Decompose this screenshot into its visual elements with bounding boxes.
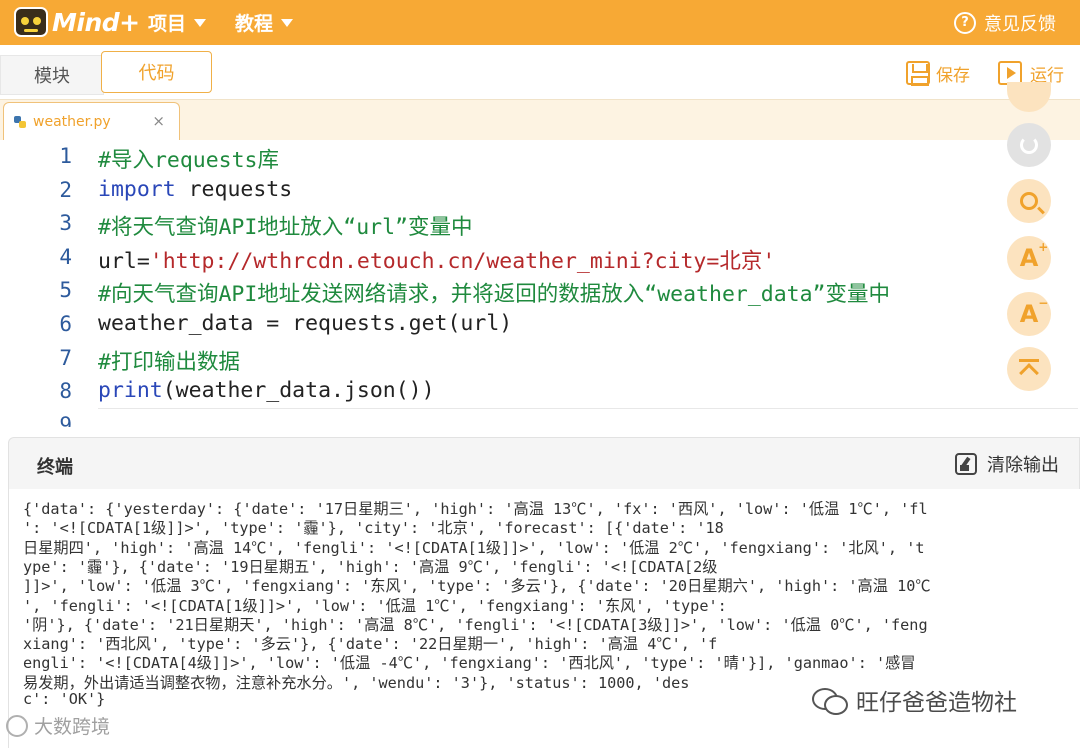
font-increase-button[interactable]: A + <box>1007 236 1051 280</box>
code-line[interactable]: #打印输出数据 <box>98 345 240 376</box>
code-token: #向天气查询API地址发送网络请求，并将返回的数据放入“weather_data… <box>98 282 890 308</box>
watermark-left: 大数跨境 <box>6 712 110 739</box>
font-increase-glyph: A <box>1019 244 1039 272</box>
app-logo: Mind+ <box>14 3 140 41</box>
code-line[interactable]: print(weather_data.json()) <box>98 378 435 403</box>
line-number: 8 <box>59 379 72 404</box>
chevron-down-icon <box>194 18 207 27</box>
tab-blocks[interactable]: 模块 <box>0 55 104 95</box>
line-number: 6 <box>59 312 72 336</box>
code-token: weather_data = requests.get(url) <box>98 311 513 336</box>
terminal-title: 终端 <box>37 457 73 478</box>
code-line[interactable]: weather_data = requests.get(url) <box>98 311 512 336</box>
line-number: 1 <box>59 144 72 168</box>
wechat-icon <box>812 686 848 715</box>
line-number: 2 <box>59 177 72 202</box>
code-editor[interactable]: 1 2 3 4 5 6 7 8 9 #导入requests库 import requests #将天… <box>0 140 1080 427</box>
code-token: url= <box>98 248 150 274</box>
line-number: 3 <box>59 211 72 236</box>
terminal-header: 终端 清除输出 <box>8 437 1080 489</box>
search-icon <box>1020 192 1038 210</box>
watermark-right: 旺仔爸爸造物社 <box>812 683 1017 717</box>
font-decrease-glyph: A <box>1019 300 1039 328</box>
font-decrease-button[interactable]: A − <box>1007 292 1051 336</box>
line-number: 7 <box>59 345 72 370</box>
close-icon[interactable]: × <box>152 112 165 130</box>
mode-bar: 模块 代码 保存 运行 <box>0 45 1080 100</box>
file-tab-weather[interactable]: weather.py × <box>3 102 180 140</box>
menu-project-label: 项目 <box>148 13 187 35</box>
save-label: 保存 <box>936 65 970 86</box>
brush-icon <box>955 453 977 475</box>
file-tab-name: weather.py <box>33 113 111 130</box>
top-bar: Mind+ 项目 教程 ? 意见反馈 <box>0 0 1080 45</box>
search-button[interactable] <box>1007 179 1051 223</box>
code-line[interactable]: url='http://wthrcdn.etouch.cn/weather_mi… <box>98 244 775 275</box>
font-increase-icon: A + <box>1019 240 1049 272</box>
scroll-top-button[interactable] <box>1007 347 1051 391</box>
line-number: 4 <box>59 244 72 269</box>
watermark-left-text: 大数跨境 <box>34 716 111 738</box>
watermark-right-text: 旺仔爸爸造物社 <box>856 690 1017 716</box>
feedback-label: 意见反馈 <box>984 13 1056 35</box>
code-line[interactable]: #将天气查询API地址放入“url”变量中 <box>98 210 473 241</box>
chevron-down-icon <box>281 18 294 27</box>
line-number-gutter: 1 2 3 4 5 6 7 8 9 <box>0 140 82 427</box>
terminal-line: c': 'OK'} <box>23 690 106 708</box>
line-number: 9 <box>59 412 72 427</box>
code-token: #将天气查询API地址放入“url”变量中 <box>98 215 473 241</box>
logo-text: Mind+ <box>52 7 140 37</box>
code-token: import <box>98 176 176 202</box>
scroll-top-icon <box>1018 358 1040 380</box>
line-number: 5 <box>59 278 72 303</box>
code-line[interactable]: #导入requests库 <box>98 143 279 174</box>
tab-code[interactable]: 代码 <box>101 51 212 93</box>
code-token: #打印输出数据 <box>98 349 240 375</box>
python-file-icon <box>14 115 26 128</box>
clear-output-label: 清除输出 <box>987 455 1059 476</box>
feedback-button[interactable]: ? 意见反馈 <box>954 0 1056 45</box>
font-decrease-icon: A − <box>1019 296 1049 328</box>
code-token: 'http://wthrcdn.etouch.cn/weather_mini?c… <box>149 248 776 274</box>
question-icon: ? <box>954 11 976 34</box>
mascot-icon <box>14 7 48 37</box>
clear-output-button[interactable]: 清除输出 <box>955 451 1059 477</box>
save-icon <box>906 61 930 86</box>
code-token: requests <box>175 176 293 202</box>
code-token: (weather_data.json()) <box>162 378 435 404</box>
refresh-icon <box>1020 136 1038 154</box>
code-line[interactable]: import requests <box>98 177 292 202</box>
refresh-button[interactable] <box>1007 123 1051 167</box>
code-token: print <box>98 378 163 404</box>
terminal-line: 易发期，外出请适当调整衣物，注意补充水分。', 'wendu': '3'}, '… <box>23 673 690 692</box>
menu-project[interactable]: 项目 <box>148 0 207 45</box>
menu-tutorial-label: 教程 <box>235 13 274 35</box>
editor-divider <box>98 408 1078 409</box>
code-line[interactable]: #向天气查询API地址发送网络请求，并将返回的数据放入“weather_data… <box>98 277 890 308</box>
file-tab-bar: weather.py × <box>0 100 1080 140</box>
save-button[interactable]: 保存 <box>906 58 970 88</box>
code-token: #导入requests库 <box>98 148 279 173</box>
menu-tutorial[interactable]: 教程 <box>235 0 294 45</box>
watermark-logo-icon <box>6 714 28 737</box>
